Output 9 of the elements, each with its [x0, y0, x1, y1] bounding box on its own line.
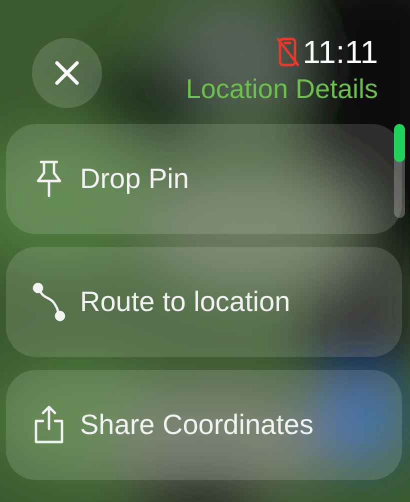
share-icon — [32, 405, 66, 445]
action-button[interactable]: Route to location — [6, 247, 402, 357]
route-icon — [32, 282, 66, 322]
close-icon — [54, 60, 80, 86]
time: 11:11 — [302, 34, 378, 70]
action-button[interactable]: Share Coordinates — [6, 370, 402, 480]
screen-title: Location Details — [186, 73, 378, 106]
phone-disconnected-icon — [276, 37, 299, 67]
close-button[interactable] — [32, 38, 102, 108]
